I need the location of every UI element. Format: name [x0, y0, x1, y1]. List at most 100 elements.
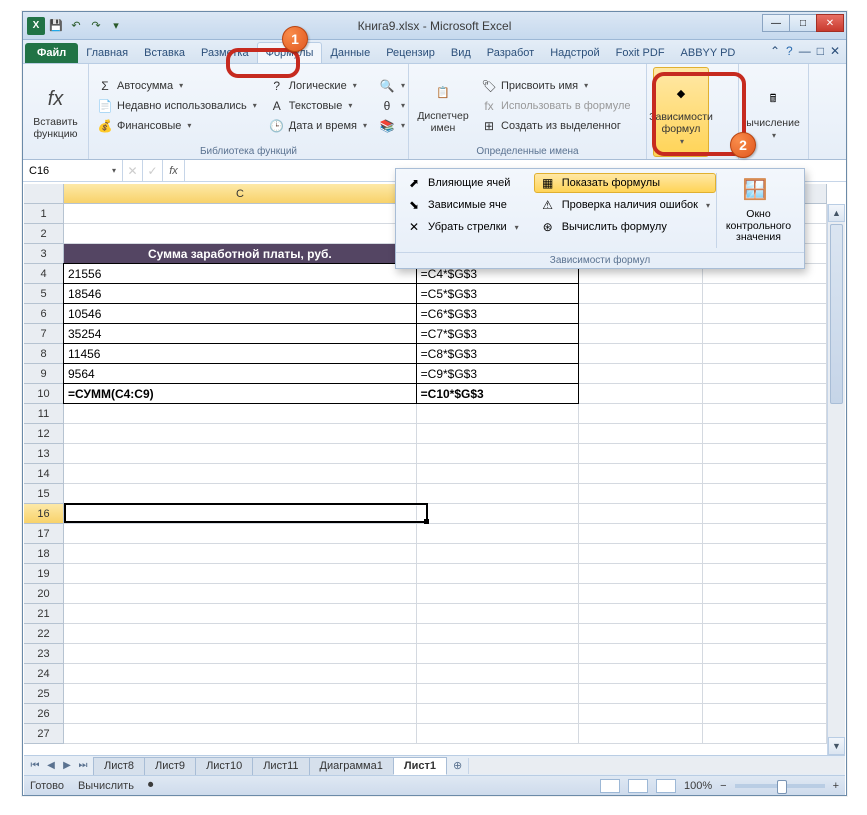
row-header[interactable]: 23	[24, 644, 64, 664]
sheet-tab[interactable]: Диаграмма1	[309, 757, 394, 775]
cell[interactable]	[703, 544, 827, 564]
cell[interactable]	[703, 664, 827, 684]
row-header[interactable]: 26	[24, 704, 64, 724]
formula-auditing-button[interactable]: ◆ Зависимости формул ▾	[653, 67, 709, 157]
select-all-button[interactable]	[24, 184, 64, 204]
tab-foxit[interactable]: Foxit PDF	[608, 43, 673, 63]
cell[interactable]	[417, 624, 580, 644]
cell[interactable]	[579, 444, 703, 464]
row-header[interactable]: 11	[24, 404, 64, 424]
sheet-prev-icon[interactable]: ◀	[44, 760, 58, 771]
help-icon[interactable]: ?	[786, 44, 793, 58]
row-header[interactable]: 3	[24, 244, 64, 264]
cell[interactable]	[703, 424, 827, 444]
row-header[interactable]: 18	[24, 544, 64, 564]
row-header[interactable]: 14	[24, 464, 64, 484]
cell[interactable]	[703, 504, 827, 524]
cell[interactable]	[703, 324, 827, 344]
view-break-icon[interactable]	[656, 779, 676, 793]
use-in-formula-button[interactable]: fxИспользовать в формуле	[479, 97, 633, 115]
text-button[interactable]: AТекстовые▾	[267, 97, 369, 115]
cell[interactable]	[579, 364, 703, 384]
cell[interactable]	[64, 584, 417, 604]
tab-layout[interactable]: Разметка	[193, 43, 257, 63]
cell[interactable]	[703, 384, 827, 404]
trace-precedents-item[interactable]: ⬈Влияющие ячей	[400, 173, 534, 193]
cell[interactable]	[579, 384, 703, 404]
evaluate-formula-item[interactable]: ⊛Вычислить формулу	[534, 217, 716, 237]
cell[interactable]	[579, 664, 703, 684]
zoom-slider[interactable]	[735, 784, 825, 788]
sheet-tab[interactable]: Лист10	[195, 757, 253, 775]
view-normal-icon[interactable]	[600, 779, 620, 793]
cell[interactable]	[703, 444, 827, 464]
financial-button[interactable]: 💰Финансовые▾	[95, 117, 259, 135]
cell[interactable]	[703, 724, 827, 744]
cell[interactable]	[417, 444, 580, 464]
lookup-button[interactable]: 🔍▾	[377, 77, 407, 95]
cell[interactable]	[703, 584, 827, 604]
cell[interactable]	[417, 704, 580, 724]
cell[interactable]	[64, 484, 417, 504]
tab-data[interactable]: Данные	[322, 43, 378, 63]
new-sheet-icon[interactable]: ⊕	[447, 759, 468, 772]
cell[interactable]	[64, 664, 417, 684]
row-header[interactable]: 21	[24, 604, 64, 624]
cell[interactable]	[703, 564, 827, 584]
tab-insert[interactable]: Вставка	[136, 43, 193, 63]
worksheet-grid[interactable]: CDEF 12345678910111213141516171819202122…	[24, 184, 845, 755]
cell[interactable]	[703, 284, 827, 304]
cell[interactable]: Сумма заработной платы, руб.	[64, 244, 417, 264]
cell[interactable]	[703, 484, 827, 504]
more-fns-button[interactable]: 📚▾	[377, 117, 407, 135]
calculation-button[interactable]: 🖩 ычисление ▾	[745, 67, 801, 157]
cell[interactable]	[579, 404, 703, 424]
cell[interactable]	[579, 584, 703, 604]
cell[interactable]	[64, 544, 417, 564]
cell[interactable]	[417, 604, 580, 624]
cell[interactable]	[703, 344, 827, 364]
row-header[interactable]: 12	[24, 424, 64, 444]
cell[interactable]	[579, 484, 703, 504]
create-from-selection-button[interactable]: ⊞Создать из выделенног	[479, 117, 633, 135]
cell[interactable]	[64, 724, 417, 744]
tab-addins[interactable]: Надстрой	[542, 43, 607, 63]
row-header[interactable]: 22	[24, 624, 64, 644]
row-header[interactable]: 4	[24, 264, 64, 284]
minimize-ribbon-icon[interactable]: ⌃	[770, 44, 780, 58]
watch-window-button[interactable]: 🪟 Окно контрольного значения	[716, 173, 800, 248]
tab-abbyy[interactable]: ABBYY PD	[673, 43, 744, 63]
cell[interactable]: 35254	[63, 323, 417, 344]
save-icon[interactable]: 💾	[47, 17, 65, 35]
close-button[interactable]: ✕	[816, 14, 844, 32]
cell[interactable]: =C10*$G$3	[416, 383, 579, 404]
fx-button[interactable]: fx	[163, 160, 185, 181]
cell[interactable]	[579, 624, 703, 644]
cell[interactable]	[64, 704, 417, 724]
cell[interactable]	[64, 424, 417, 444]
tab-formulas[interactable]: Формулы	[257, 42, 323, 63]
cell[interactable]	[64, 644, 417, 664]
view-layout-icon[interactable]	[628, 779, 648, 793]
cell[interactable]	[64, 504, 417, 524]
row-header[interactable]: 8	[24, 344, 64, 364]
cell[interactable]	[579, 564, 703, 584]
define-name-button[interactable]: 🏷Присвоить имя▾	[479, 77, 633, 95]
row-header[interactable]: 25	[24, 684, 64, 704]
sheet-tab[interactable]: Лист8	[93, 757, 145, 775]
cell[interactable]	[579, 344, 703, 364]
row-header[interactable]: 19	[24, 564, 64, 584]
sheet-tab[interactable]: Лист1	[393, 757, 447, 775]
cell[interactable]: 21556	[63, 263, 417, 284]
cell[interactable]	[579, 504, 703, 524]
cell[interactable]: =C5*$G$3	[416, 283, 579, 304]
row-header[interactable]: 2	[24, 224, 64, 244]
cell[interactable]: =СУММ(C4:C9)	[63, 383, 417, 404]
tab-developer[interactable]: Разработ	[479, 43, 542, 63]
row-header[interactable]: 15	[24, 484, 64, 504]
cell[interactable]	[703, 364, 827, 384]
cell[interactable]: 10546	[63, 303, 417, 324]
redo-icon[interactable]: ↷	[87, 17, 105, 35]
autosum-button[interactable]: ΣАвтосумма▾	[95, 77, 259, 95]
row-header[interactable]: 9	[24, 364, 64, 384]
